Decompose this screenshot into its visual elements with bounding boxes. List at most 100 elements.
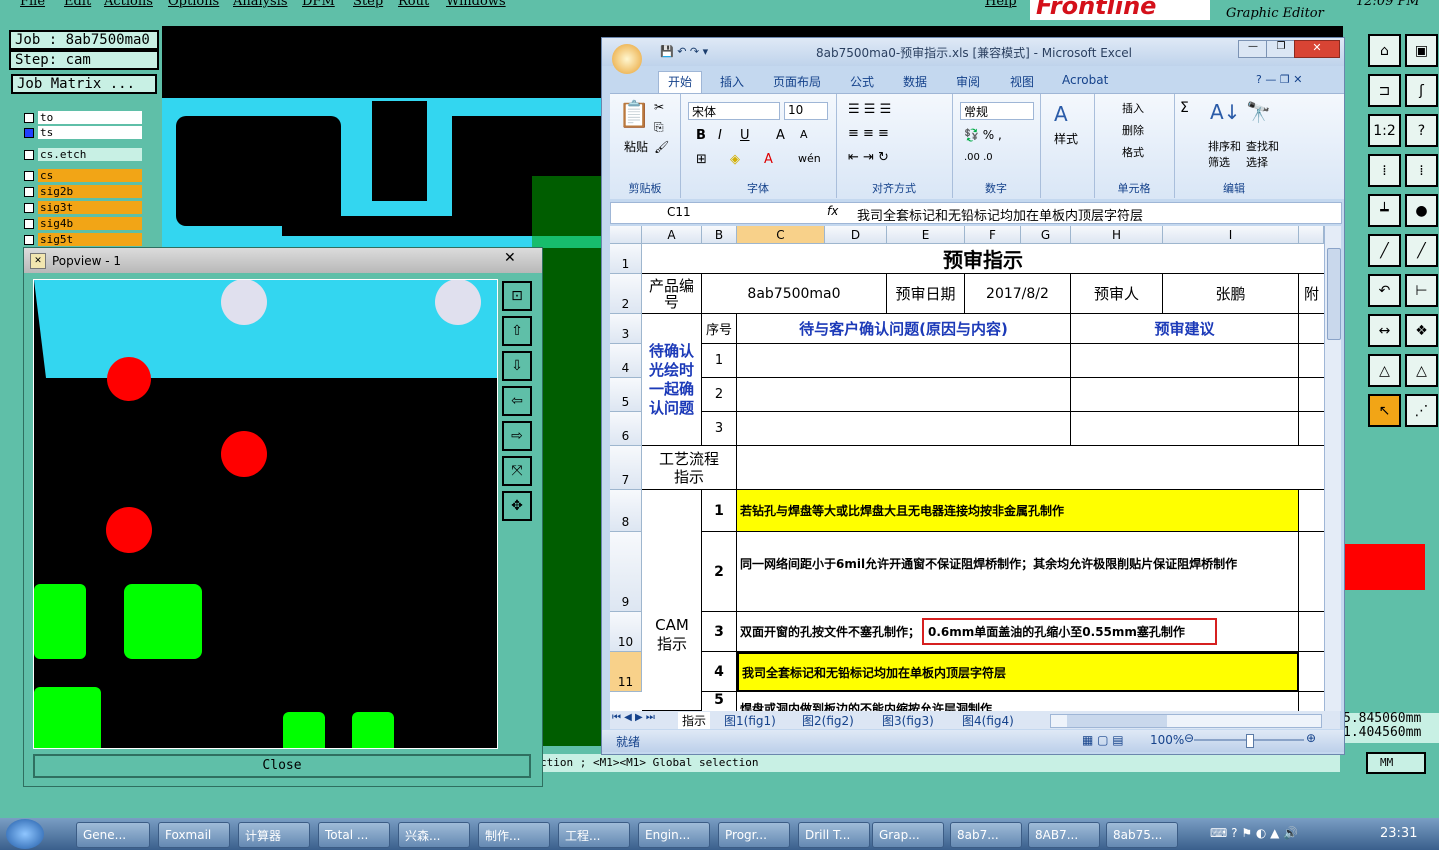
view-mode-icons[interactable]: ▦ ▢ ▤: [1082, 733, 1124, 747]
cell-confirm-label[interactable]: 待确认光绘时一起确认问题: [642, 314, 702, 446]
cell-seq[interactable]: 3: [702, 412, 737, 446]
cut-icon[interactable]: ✂: [654, 100, 664, 114]
sheet-tab[interactable]: 图2(fig2): [802, 712, 854, 729]
zoom-in-icon[interactable]: ⊕: [1306, 731, 1316, 745]
layer-item[interactable]: cs.etch: [24, 148, 142, 161]
paste-label[interactable]: 粘贴: [624, 138, 648, 155]
drill-red-icon[interactable]: ⁞: [1405, 154, 1438, 187]
pan-up-icon[interactable]: ⇧: [502, 316, 532, 346]
cell-product-label[interactable]: 产品编号: [642, 274, 702, 314]
format-cells-button[interactable]: 格式: [1122, 144, 1144, 160]
record-icon[interactable]: ●: [1405, 194, 1438, 227]
col-header[interactable]: B: [702, 226, 737, 244]
cell-cam-no[interactable]: 3: [702, 612, 737, 652]
restore-icon[interactable]: ❐: [1266, 40, 1296, 58]
select-all[interactable]: [610, 226, 642, 244]
row-header[interactable]: 4: [610, 344, 642, 378]
tab-acrobat[interactable]: Acrobat: [1062, 73, 1108, 87]
menu-help[interactable]: Help: [985, 0, 1017, 9]
minimize-icon[interactable]: —: [1238, 40, 1268, 58]
cell-process-label[interactable]: 工艺流程指示: [642, 446, 737, 490]
sort-icon[interactable]: A↓: [1210, 100, 1240, 124]
cell-empty[interactable]: [737, 412, 1071, 446]
cell-cam-text[interactable]: 若钻孔与焊盘等大或比焊盘大且无电器连接均按非金属孔制作: [737, 490, 1299, 532]
decimal-icon[interactable]: .00 .0: [964, 152, 993, 163]
cell-empty[interactable]: [1071, 344, 1299, 378]
taskbar-item[interactable]: 8ab75...: [1106, 822, 1178, 848]
taskbar-item[interactable]: 工程...: [558, 822, 630, 848]
cell-empty[interactable]: [737, 378, 1071, 412]
tab-page-layout[interactable]: 页面布局: [773, 73, 821, 90]
step-field[interactable]: Step: cam: [9, 50, 159, 70]
layer-item[interactable]: sig2b: [24, 185, 142, 198]
copy-icon[interactable]: ⎘: [654, 120, 664, 135]
job-matrix-button[interactable]: Job Matrix ...: [11, 74, 157, 94]
sheet-tab-active[interactable]: 指示: [678, 712, 711, 729]
taskbar-item[interactable]: Gene...: [76, 822, 150, 848]
cell-cam-no[interactable]: 5: [702, 692, 737, 711]
font-name-select[interactable]: 宋体: [688, 102, 780, 120]
cell-cam-no[interactable]: 1: [702, 490, 737, 532]
frame-icon[interactable]: ⊢: [1405, 274, 1438, 307]
name-box[interactable]: C11: [667, 205, 691, 219]
delete-cells-button[interactable]: 删除: [1122, 122, 1144, 138]
taskbar-item[interactable]: 计算器: [238, 822, 310, 848]
menu-step[interactable]: Step: [353, 0, 383, 9]
window-icon[interactable]: ▣: [1405, 34, 1438, 67]
layer-checkbox[interactable]: [24, 202, 34, 213]
scroll-thumb[interactable]: [1327, 248, 1341, 340]
sheet-grid[interactable]: A B C D E F G H I 1 2 3 4 5 6 7 8 9 10 1…: [610, 226, 1324, 711]
col-header[interactable]: H: [1071, 226, 1163, 244]
taskbar-item[interactable]: Drill T...: [798, 822, 870, 848]
cell-seq[interactable]: 2: [702, 378, 737, 412]
menu-edit[interactable]: Edit: [64, 0, 91, 9]
cell-suggest-header[interactable]: 预审建议: [1071, 314, 1299, 344]
row-header[interactable]: 7: [610, 446, 642, 490]
row-header[interactable]: 2: [610, 274, 642, 314]
cell-empty[interactable]: [1299, 490, 1324, 532]
bold-icon[interactable]: B: [696, 128, 706, 143]
layer-checkbox[interactable]: [24, 149, 34, 160]
font-size-select[interactable]: 10: [784, 102, 828, 120]
cell-date[interactable]: 2017/8/2: [965, 274, 1071, 314]
s-shape-icon[interactable]: ʃ: [1405, 74, 1438, 107]
cell-empty[interactable]: [737, 446, 1324, 490]
office-button-icon[interactable]: [612, 44, 642, 74]
cell-cam-text-selected[interactable]: 我司全套标记和无铅标记均加在单板内顶层字符层: [737, 652, 1299, 692]
cell-cam-text[interactable]: 同一网络间距小于6mil允许开通窗不保证阻焊桥制作；其余均允许极限削贴片保证阻焊…: [737, 532, 1299, 612]
row-header[interactable]: 1: [610, 244, 642, 274]
vertical-scrollbar[interactable]: [1324, 226, 1341, 711]
taskbar-item[interactable]: 兴森...: [398, 822, 470, 848]
find-select-button[interactable]: 查找和选择: [1246, 138, 1282, 170]
cell-empty[interactable]: [1299, 378, 1324, 412]
styles-button[interactable]: 样式: [1054, 130, 1078, 147]
indent-icon[interactable]: ⇤ ⇥ ↻: [848, 150, 889, 165]
tab-data[interactable]: 数据: [903, 73, 927, 90]
cell-seq[interactable]: 1: [702, 344, 737, 378]
layer-checkbox[interactable]: [24, 127, 34, 138]
layer-checkbox[interactable]: [24, 186, 34, 197]
node-icon[interactable]: ⋰: [1405, 394, 1438, 427]
tab-view[interactable]: 视图: [1010, 73, 1034, 90]
col-header[interactable]: E: [887, 226, 965, 244]
font-grow-icon[interactable]: A: [776, 128, 785, 143]
ribbon-help-icon[interactable]: ? — ❐ ✕: [1256, 73, 1302, 86]
menu-actions[interactable]: Actions: [104, 0, 153, 9]
cell-cam-label[interactable]: CAM指示: [642, 490, 702, 711]
ratio-icon[interactable]: 1:2: [1368, 114, 1401, 147]
menu-options[interactable]: Options: [168, 0, 219, 9]
quick-access-icons[interactable]: 💾 ↶ ↷ ▾: [660, 45, 708, 58]
zoom-slider-thumb[interactable]: [1246, 734, 1254, 748]
start-button-icon[interactable]: [6, 819, 44, 849]
row-header[interactable]: 6: [610, 412, 642, 446]
cell-reviewer-label[interactable]: 预审人: [1071, 274, 1163, 314]
number-format-select[interactable]: 常规: [960, 102, 1034, 120]
col-header[interactable]: G: [1021, 226, 1071, 244]
h-scroll-thumb[interactable]: [1067, 715, 1167, 727]
group-icon[interactable]: ❖: [1405, 314, 1438, 347]
cell-seq-label[interactable]: 序号: [702, 314, 737, 344]
popview-titlebar[interactable]: ✕ Popview - 1 ✕: [24, 248, 542, 273]
connect-icon[interactable]: ⊐: [1368, 74, 1401, 107]
taskbar-item[interactable]: Progr...: [718, 822, 790, 848]
pan-left-icon[interactable]: ⇦: [502, 386, 532, 416]
